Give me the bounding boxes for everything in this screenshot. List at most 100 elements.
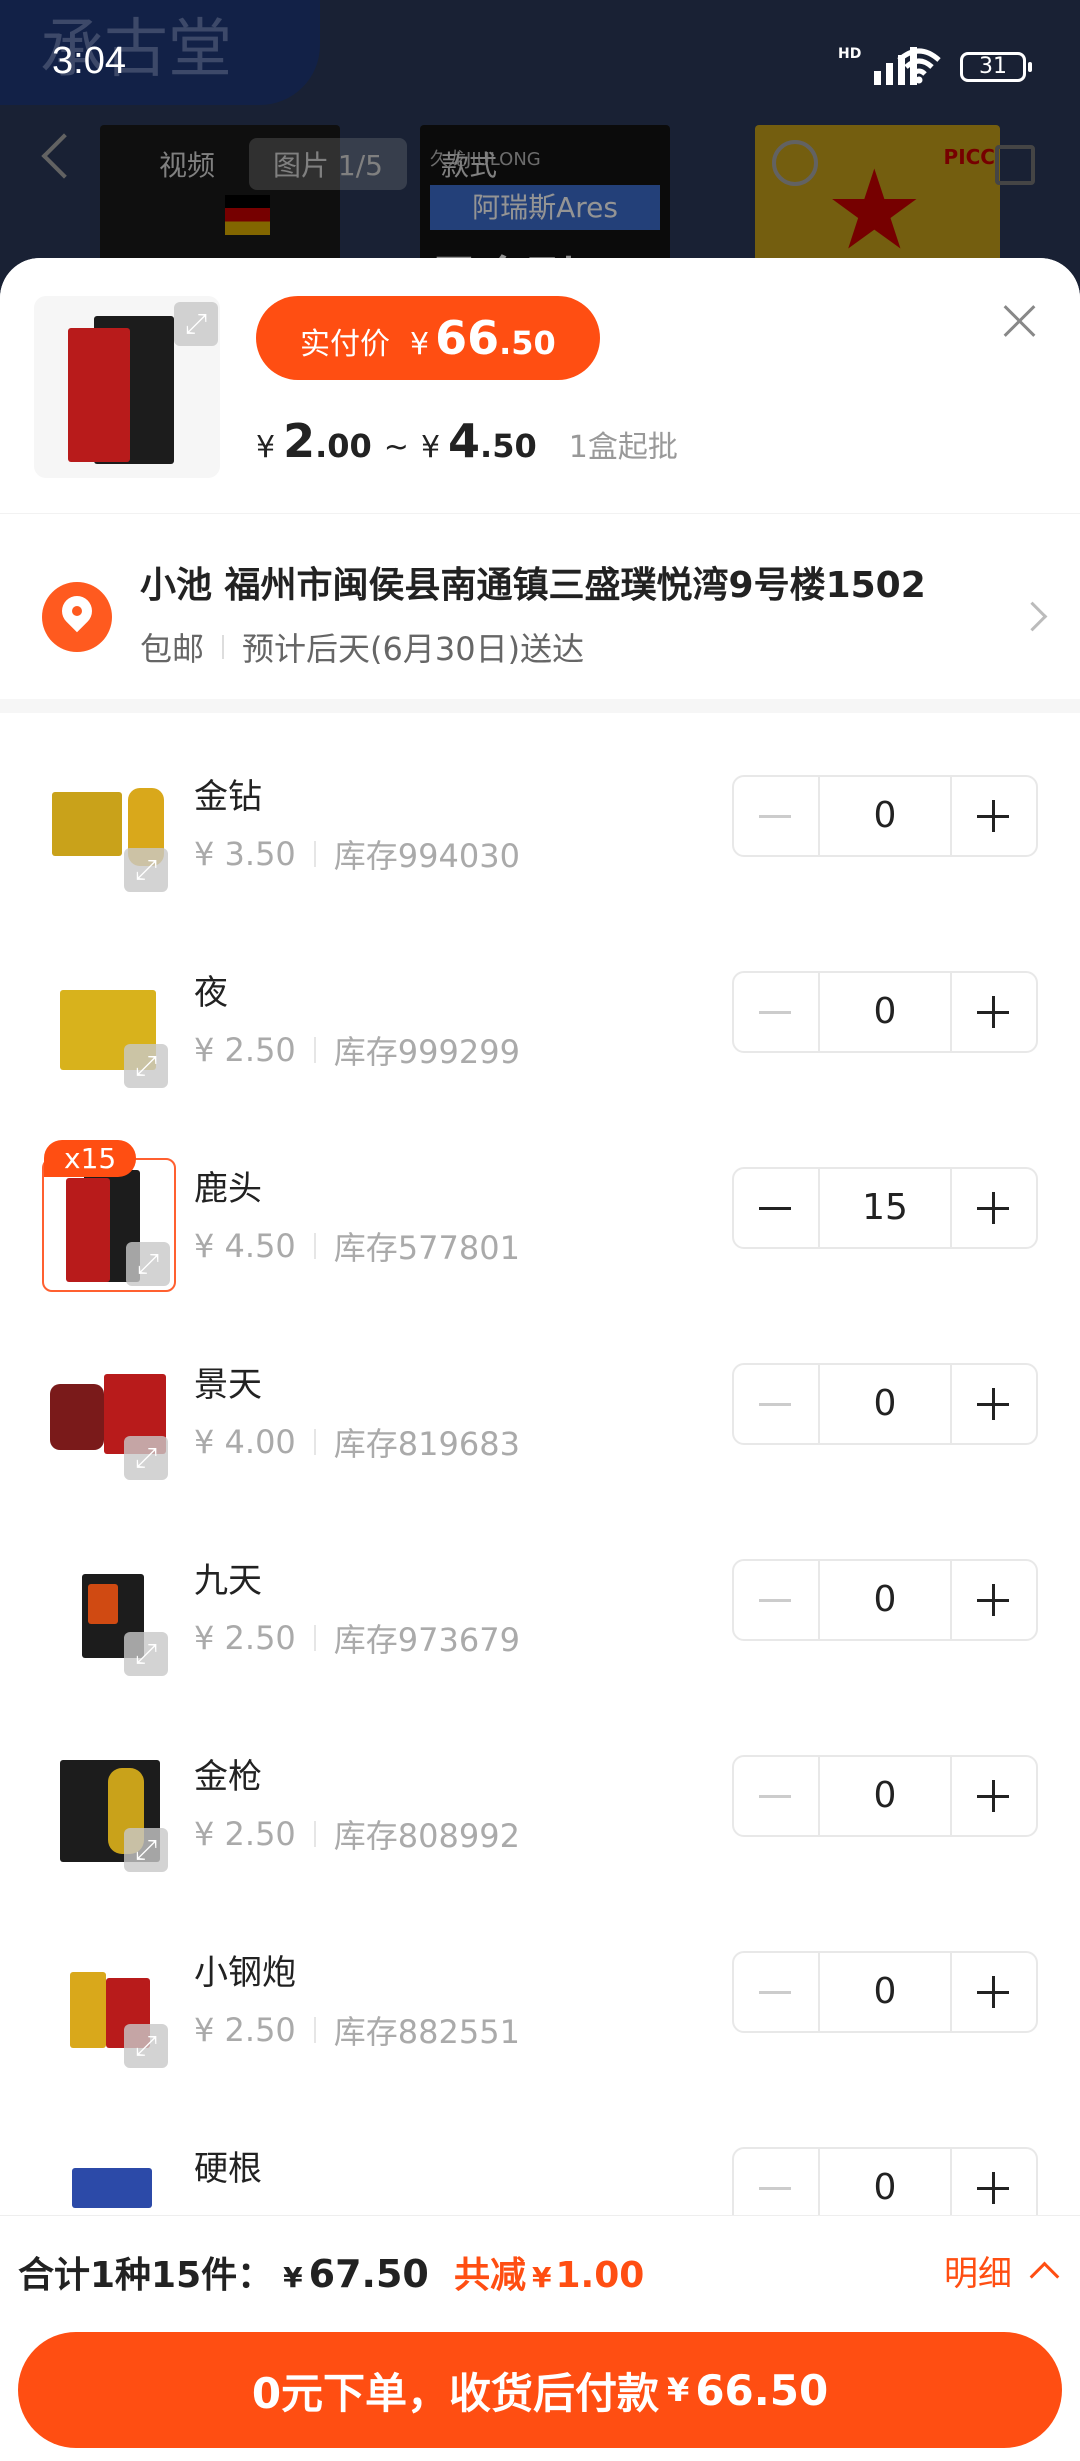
currency-symbol: ¥: [283, 2261, 303, 2294]
quantity-stepper: 0: [732, 1951, 1038, 2033]
sku-price: ¥ 2.50: [194, 2011, 296, 2049]
close-icon[interactable]: [1000, 300, 1040, 340]
sku-name: 景天: [194, 1365, 262, 1405]
sku-meta: ¥ 2.50 库存973679: [194, 1615, 520, 1661]
quantity-stepper: 0: [732, 1559, 1038, 1641]
increase-button[interactable]: [950, 973, 1036, 1051]
expand-icon[interactable]: ⤢: [124, 2024, 168, 2068]
sku-stock: 库存577801: [333, 1229, 520, 1267]
expand-icon[interactable]: ⤢: [124, 1632, 168, 1676]
quantity-input[interactable]: 0: [820, 1953, 950, 2031]
decrease-button[interactable]: [734, 777, 820, 855]
sku-meta: ¥ 4.50 库存577801: [194, 1223, 520, 1269]
expand-icon[interactable]: ⤢: [126, 1242, 170, 1286]
currency-symbol: ¥: [256, 430, 276, 465]
quantity-stepper: 15: [732, 1167, 1038, 1249]
eta-label: 预计后天(6月30日)送达: [242, 630, 585, 668]
quantity-input[interactable]: 0: [820, 1757, 950, 1835]
sku-item-ye: ⤢ 夜 ¥ 2.50 库存999299 0: [0, 909, 1080, 1105]
increase-button[interactable]: [950, 1953, 1036, 2031]
increase-button[interactable]: [950, 777, 1036, 855]
checkout-footer: 合计1种15件： ¥ 67.50 共减 ¥ 1.00 明细 0元下单，收货后付款…: [0, 2215, 1080, 2461]
sheet-header: ⤢ 实付价 ¥ 66 .50 ¥ 2 .00 ~ ¥ 4 .50 1盒起批: [0, 258, 1080, 513]
expand-icon[interactable]: ⤢: [174, 302, 218, 346]
sku-meta: ¥ 2.50 库存808992: [194, 1811, 520, 1857]
increase-button[interactable]: [950, 1757, 1036, 1835]
increase-button[interactable]: [950, 1169, 1036, 1247]
sku-name: 九天: [194, 1561, 262, 1601]
expand-icon[interactable]: ⤢: [124, 1044, 168, 1088]
sku-meta: ¥ 2.50 库存882551: [194, 2007, 520, 2053]
sku-item-jingtian: ⤢ 景天 ¥ 4.00 库存819683 0: [0, 1301, 1080, 1497]
sku-thumbnail[interactable]: ⤢: [42, 1158, 176, 1292]
delivery-info: 包邮 预计后天(6月30日)送达: [140, 624, 584, 670]
sku-price: ¥ 3.50: [194, 835, 296, 873]
decrease-button[interactable]: [734, 973, 820, 1051]
range-min-dec: .00: [315, 427, 372, 465]
selected-product-thumbnail[interactable]: ⤢: [34, 296, 220, 478]
address-row[interactable]: 小池 福州市闽侯县南通镇三盛璞悦湾9号楼1502 包邮 预计后天(6月30日)送…: [0, 513, 1080, 713]
currency-symbol: ¥: [420, 430, 441, 465]
sku-stock: 库存882551: [333, 2013, 520, 2051]
sku-item-xiaogangpao: ⤢ 小钢炮 ¥ 2.50 库存882551 0: [0, 1889, 1080, 2085]
sku-thumbnail[interactable]: ⤢: [42, 1746, 176, 1880]
sku-stock: 库存808992: [333, 1817, 520, 1855]
sku-stock: 库存819683: [333, 1425, 520, 1463]
sku-item-lutou: x15 ⤢ 鹿头 ¥ 4.50 库存577801 15: [0, 1105, 1080, 1301]
expand-icon[interactable]: ⤢: [124, 1828, 168, 1872]
address-text: 小池 福州市闽侯县南通镇三盛璞悦湾9号楼1502: [140, 565, 926, 606]
status-bar: 3:04 HD 31: [0, 0, 1080, 135]
paid-price-int: 66: [435, 311, 500, 365]
sku-name: 鹿头: [194, 1169, 262, 1209]
quantity-input[interactable]: 15: [820, 1169, 950, 1247]
quantity-stepper: 0: [732, 971, 1038, 1053]
sku-thumbnail[interactable]: ⤢: [42, 766, 176, 900]
currency-symbol: ¥: [532, 2261, 552, 2294]
quantity-stepper: 0: [732, 775, 1038, 857]
chevron-right-icon: [1017, 601, 1048, 632]
sku-thumbnail[interactable]: ⤢: [42, 962, 176, 1096]
wifi-icon: [897, 48, 941, 84]
price-range: ¥ 2 .00 ~ ¥ 4 .50 1盒起批: [256, 414, 678, 468]
decrease-button[interactable]: [734, 1561, 820, 1639]
sku-thumbnail[interactable]: ⤢: [42, 1354, 176, 1488]
currency-symbol: ¥: [410, 327, 430, 362]
min-order-text: 1盒起批: [568, 430, 678, 465]
quantity-input[interactable]: 0: [820, 777, 950, 855]
increase-button[interactable]: [950, 1365, 1036, 1443]
sku-thumbnail[interactable]: ⤢: [42, 1550, 176, 1684]
quantity-input[interactable]: 0: [820, 1561, 950, 1639]
sku-name: 小钢炮: [194, 1953, 296, 1993]
decrease-button[interactable]: [734, 1169, 820, 1247]
increase-button[interactable]: [950, 1561, 1036, 1639]
sku-item-jinqiang: ⤢ 金枪 ¥ 2.50 库存808992 0: [0, 1693, 1080, 1889]
sku-item-jiutian: ⤢ 九天 ¥ 2.50 库存973679 0: [0, 1497, 1080, 1693]
sku-price: ¥ 2.50: [194, 1815, 296, 1853]
expand-icon[interactable]: ⤢: [124, 848, 168, 892]
place-order-button[interactable]: 0元下单，收货后付款 ¥ 66.50: [18, 2332, 1062, 2448]
decrease-button[interactable]: [734, 1953, 820, 2031]
chevron-up-icon[interactable]: [1029, 2261, 1060, 2292]
total-label: 合计1种15件：: [18, 2255, 274, 2296]
discount-label: 共减: [454, 2255, 527, 2296]
decrease-button[interactable]: [734, 1757, 820, 1835]
sku-picker-sheet: ⤢ 实付价 ¥ 66 .50 ¥ 2 .00 ~ ¥ 4 .50 1盒起批 小池…: [0, 258, 1080, 2460]
discount-summary: 共减 ¥ 1.00: [454, 2246, 644, 2298]
quantity-stepper: 0: [732, 1755, 1038, 1837]
sku-item-jinzuan: ⤢ 金钻 ¥ 3.50 库存994030 0: [0, 713, 1080, 909]
sku-stock: 库存999299: [333, 1033, 520, 1071]
range-max-dec: .50: [480, 427, 537, 465]
decrease-button[interactable]: [734, 1365, 820, 1443]
sku-thumbnail[interactable]: ⤢: [42, 1942, 176, 2076]
detail-button[interactable]: 明细: [944, 2246, 1012, 2295]
total-summary: 合计1种15件： ¥ 67.50: [18, 2246, 429, 2298]
quantity-input[interactable]: 0: [820, 973, 950, 1051]
sku-name: 金钻: [194, 777, 262, 817]
quantity-input[interactable]: 0: [820, 1365, 950, 1443]
expand-icon[interactable]: ⤢: [124, 1436, 168, 1480]
total-amount: 67.50: [308, 2252, 429, 2296]
location-pin-icon: [42, 582, 112, 652]
sku-meta: ¥ 3.50 库存994030: [194, 831, 520, 877]
place-order-amount: 66.50: [695, 2365, 829, 2415]
quantity-badge: x15: [44, 1140, 137, 1177]
